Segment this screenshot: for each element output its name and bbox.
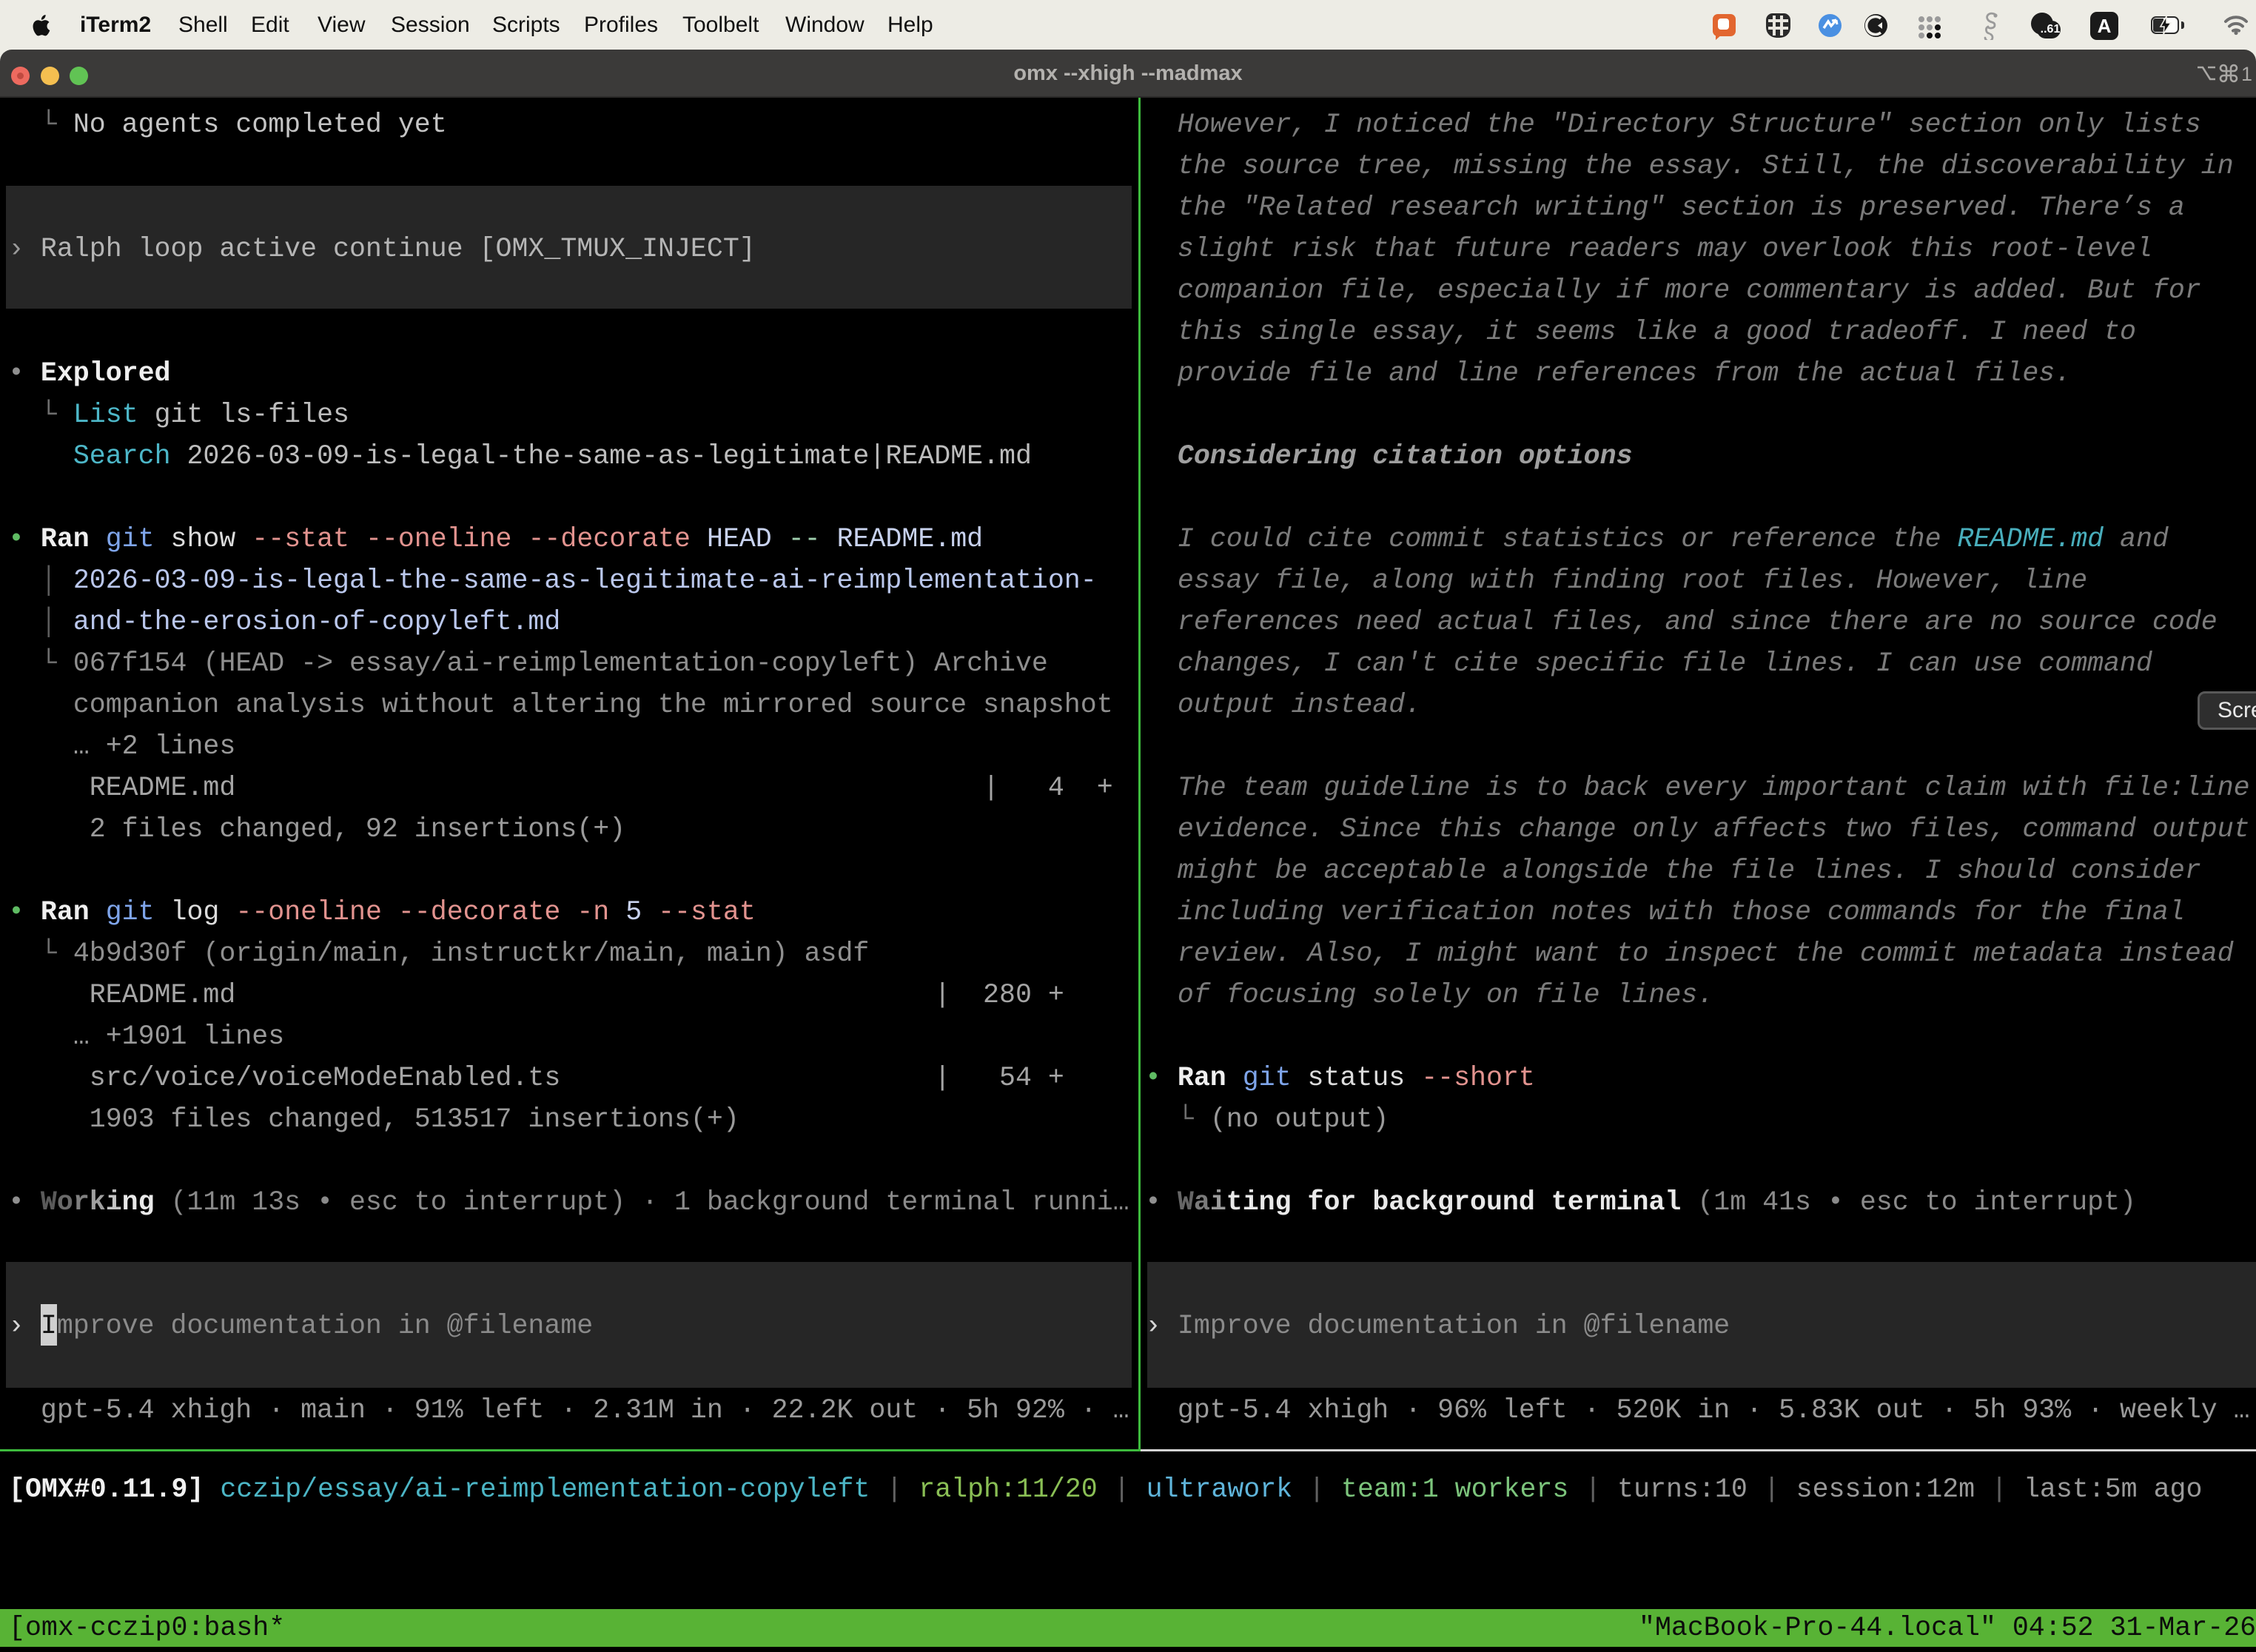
svg-text:1: 1: [2241, 63, 2252, 84]
